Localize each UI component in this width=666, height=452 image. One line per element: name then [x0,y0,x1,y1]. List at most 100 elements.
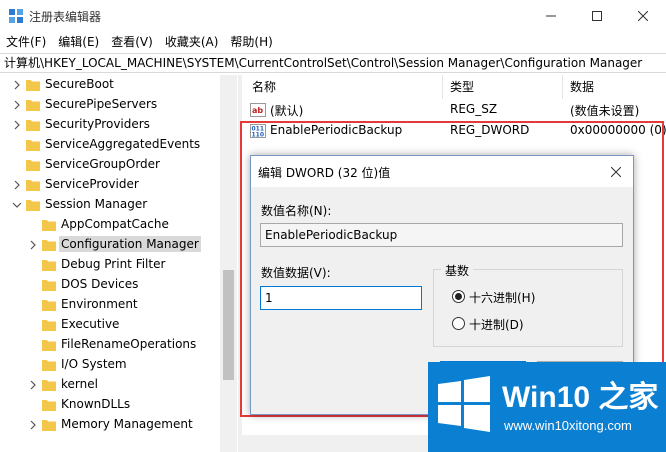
folder-icon [26,80,40,91]
value-type: REG_SZ [450,102,498,116]
tree-item[interactable]: FileRenameOperations [0,335,220,355]
folder-icon [42,400,56,411]
tree-item[interactable]: ServiceAggregatedEvents [0,135,220,155]
maximize-button[interactable] [574,0,620,31]
tree-item-label: ServiceAggregatedEvents [45,137,201,151]
tree-item[interactable]: Executive [0,315,220,335]
close-button[interactable] [620,0,666,31]
folder-icon [26,160,40,171]
tree-item-label: Debug Print Filter [61,257,166,271]
column-header-name[interactable]: 名称 [252,75,276,99]
tree-item-label: Session Manager [45,197,148,211]
close-icon [611,167,621,177]
tree-item[interactable]: I/O System [0,355,220,375]
minimize-button[interactable] [528,0,574,31]
window-title: 注册表编辑器 [29,10,102,24]
tree-item-label: ServiceProvider [45,177,139,191]
menu-file[interactable]: 文件(F) [0,33,52,50]
tree-item[interactable]: DOS Devices [0,275,220,295]
tree-item-label: kernel [61,377,98,391]
column-separator [442,75,443,99]
tree-item[interactable]: Environment [0,295,220,315]
folder-icon [42,260,56,271]
string-value-icon: ab [250,103,266,117]
menu-favorites[interactable]: 收藏夹(A) [159,33,225,50]
radio-dec-label[interactable]: 十进制(D) [469,316,524,333]
chevron-right-icon[interactable] [12,80,22,90]
column-header-type[interactable]: 类型 [450,75,474,99]
value-name-label: 数值名称(N): [261,204,332,218]
column-separator [562,75,563,99]
folder-icon [26,200,40,211]
value-data-label: 数值数据(V): [261,266,331,280]
tree-item-label: ServiceGroupOrder [45,157,160,171]
windows-logo-icon [438,376,490,432]
title-bar: 注册表编辑器 [0,0,666,31]
chevron-right-icon[interactable] [28,420,38,430]
base-group [433,269,623,347]
folder-icon [42,220,56,231]
chevron-right-icon[interactable] [12,100,22,110]
radio-dec[interactable] [452,317,465,330]
folder-icon [42,320,56,331]
folder-icon [42,340,56,351]
tree-item-label: SecureBoot [45,77,114,91]
tree-item-label: FileRenameOperations [61,337,197,351]
tree-item[interactable]: SecurityProviders [0,115,220,135]
folder-icon [26,100,40,111]
value-row[interactable]: ab (默认) REG_SZ (数值未设置) [242,100,666,120]
chevron-down-icon[interactable] [12,200,22,210]
tree-item[interactable]: KnownDLLs [0,395,220,415]
column-header-data[interactable]: 数据 [570,75,594,99]
tree-item[interactable]: kernel [0,375,220,395]
menu-edit[interactable]: 编辑(E) [52,33,105,50]
tree-item[interactable]: SecurePipeServers [0,95,220,115]
tree-item[interactable]: SecureBoot [0,75,220,95]
tree-item[interactable]: ServiceProvider [0,175,220,195]
tree-item-label: SecurePipeServers [45,97,158,111]
tree-item[interactable]: AppCompatCache [0,215,220,235]
tree-item[interactable]: Session Manager [0,195,220,215]
value-data: (数值未设置) [570,104,640,118]
tree-item[interactable]: ServiceGroupOrder [0,155,220,175]
chevron-right-icon[interactable] [12,120,22,130]
minimize-icon [546,15,556,16]
watermark: Win10 之家 www.win10xitong.com [428,362,666,452]
folder-icon [42,300,56,311]
tree-item[interactable]: Configuration Manager [0,235,220,255]
value-name-field: EnablePeriodicBackup [260,223,623,247]
maximize-icon [592,10,602,21]
tree-item-label: Executive [61,317,120,331]
tree-item-label: Memory Management [61,417,193,431]
radio-hex-label[interactable]: 十六进制(H) [469,289,535,306]
dialog-close-button[interactable] [603,159,629,185]
tree-item[interactable]: Debug Print Filter [0,255,220,275]
chevron-right-icon[interactable] [28,380,38,390]
chevron-right-icon[interactable] [28,240,38,250]
tree-scrollbar[interactable] [220,75,237,452]
dialog-title-bar: 编辑 DWORD (32 位)值 [251,156,633,187]
key-tree: SecureBoot SecurePipeServers SecurityProvi… [0,75,238,452]
tree-item-label: Configuration Manager [59,236,201,252]
close-icon [638,10,648,21]
tree-scrollbar-thumb[interactable] [223,270,234,380]
tree-item-label: SecurityProviders [45,117,150,131]
value-data-input[interactable]: 1 [260,286,422,310]
menu-bar: 文件(F) 编辑(E) 查看(V) 收藏夹(A) 帮助(H) [0,31,666,51]
watermark-text: Win10 之家 [502,381,659,414]
value-name: (默认) [270,104,304,118]
watermark-url: www.win10xitong.com [504,418,632,433]
address-bar[interactable]: 计算机\HKEY_LOCAL_MACHINE\SYSTEM\CurrentCon… [0,53,666,73]
tree-item-label: KnownDLLs [61,397,131,411]
dialog-title: 编辑 DWORD (32 位)值 [258,166,391,180]
radio-hex[interactable] [452,290,465,303]
folder-icon [42,380,56,391]
svg-text:ab: ab [252,106,263,115]
menu-help[interactable]: 帮助(H) [224,33,278,50]
folder-icon [42,240,56,251]
base-group-title: 基数 [441,262,474,279]
tree-item-label: Environment [61,297,138,311]
chevron-right-icon[interactable] [12,180,22,190]
menu-view[interactable]: 查看(V) [105,33,159,50]
tree-item[interactable]: Memory Management [0,415,220,435]
